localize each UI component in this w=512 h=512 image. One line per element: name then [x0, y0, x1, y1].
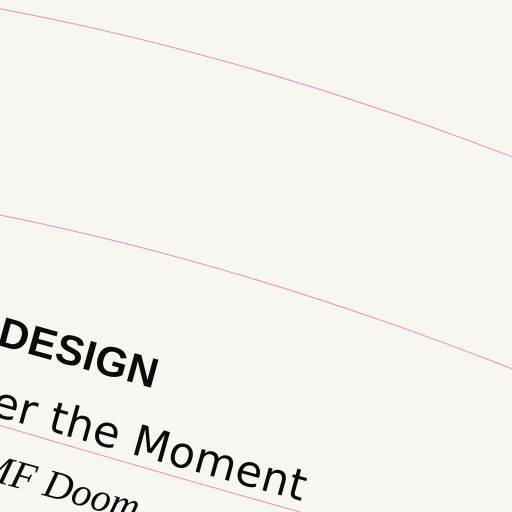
- poster-canvas: DESIGN er the Moment MF Doom: [0, 0, 512, 512]
- guide-line-top: [0, 8, 512, 158]
